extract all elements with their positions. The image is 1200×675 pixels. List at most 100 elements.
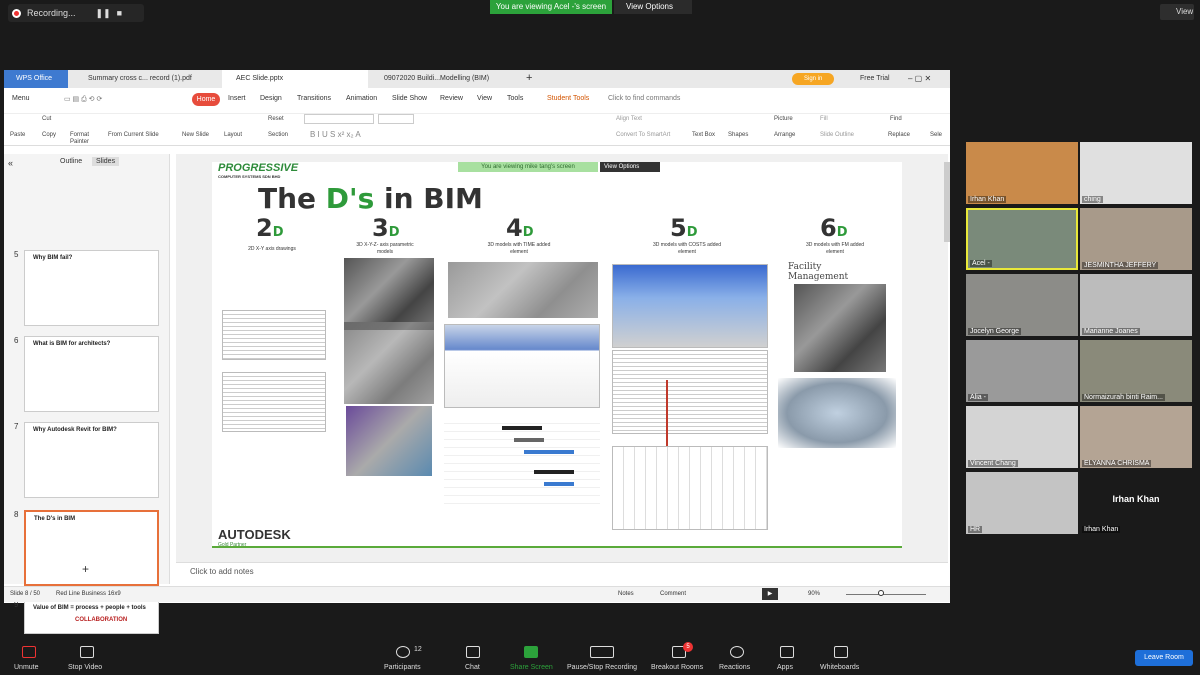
from-current-slide-button[interactable]: From Current Slide	[108, 132, 159, 138]
tab-slideshow[interactable]: Slide Show	[392, 95, 427, 102]
menu-button[interactable]: Menu	[12, 95, 30, 102]
find-commands-search[interactable]: Click to find commands	[608, 95, 680, 102]
breakout-rooms-button[interactable]: Breakout Rooms	[651, 664, 703, 671]
participant-name: Vincent Chang	[968, 460, 1018, 467]
slide-scrollbar[interactable]	[944, 162, 950, 242]
comment-toggle[interactable]: Comment	[660, 591, 686, 597]
participant-tile[interactable]: Normaizurah binti Raim...	[1080, 340, 1192, 402]
replace-button[interactable]: Replace	[888, 132, 910, 138]
mic-muted-icon[interactable]	[22, 646, 36, 658]
outline-tab[interactable]: Outline	[60, 158, 82, 165]
stop-icon[interactable]: ■	[117, 8, 122, 18]
slide-thumbnail[interactable]: Why BIM fail?	[24, 250, 159, 326]
picture-button[interactable]: Picture	[774, 116, 793, 122]
participant-tile[interactable]: Acel -	[966, 208, 1078, 270]
participant-tile[interactable]: JESMINTHA JEFFERY	[1080, 208, 1192, 270]
slide-outline-button[interactable]: Slide Outline	[820, 132, 854, 138]
participant-tile[interactable]: Alia -	[966, 340, 1078, 402]
fill-button[interactable]: Fill	[820, 116, 828, 122]
notes-field[interactable]: Click to add notes	[176, 562, 948, 582]
tab-student-tools[interactable]: Student Tools	[547, 95, 589, 102]
tab-pdf[interactable]: Summary cross c... record (1).pdf	[74, 70, 222, 88]
tab-review[interactable]: Review	[440, 95, 463, 102]
3d-mep-image	[346, 406, 432, 476]
unmute-button[interactable]: Unmute	[14, 664, 39, 671]
sign-in-button[interactable]: Sign in	[792, 73, 834, 85]
zoom-slider-handle[interactable]	[878, 590, 884, 596]
layout-button[interactable]: Layout	[224, 132, 242, 138]
pause-stop-recording-button[interactable]: Pause/Stop Recording	[567, 664, 637, 671]
add-slide-icon[interactable]: +	[82, 562, 89, 576]
apps-button[interactable]: Apps	[777, 664, 793, 671]
tab-design[interactable]: Design	[260, 95, 282, 102]
participant-tile[interactable]: Vincent Chang	[966, 406, 1078, 468]
participant-tile[interactable]: ching	[1080, 142, 1192, 204]
participant-tile[interactable]: Irhan Khan Irhan Khan	[1080, 472, 1192, 534]
participant-tile[interactable]: Jocelyn George	[966, 274, 1078, 336]
participants-button[interactable]: Participants	[384, 664, 421, 671]
participants-icon[interactable]	[396, 646, 410, 658]
reset-button[interactable]: Reset	[268, 116, 284, 122]
play-slideshow-icon[interactable]: ▶	[762, 588, 778, 600]
slides-tab[interactable]: Slides	[92, 157, 120, 166]
share-screen-icon[interactable]	[524, 646, 538, 658]
reactions-icon[interactable]	[730, 646, 744, 658]
select-button[interactable]: Sele	[930, 132, 942, 138]
tab-bim[interactable]: 09072020 Buildi...Modelling (BIM)	[370, 70, 520, 88]
participant-tile[interactable]: ELYANNA CHRISMA	[1080, 406, 1192, 468]
tab-animation[interactable]: Animation	[346, 95, 377, 102]
pause-icon[interactable]: ❚❚	[96, 8, 111, 19]
zoom-slider[interactable]	[846, 594, 926, 595]
chat-icon[interactable]	[466, 646, 480, 658]
text-format-icons[interactable]: B I U S x² x₂ A	[310, 130, 361, 139]
quick-access-icons[interactable]: ▭ ▤ ⎙ ⟲ ⟳	[64, 95, 102, 104]
whiteboards-button[interactable]: Whiteboards	[820, 664, 859, 671]
tab-tools[interactable]: Tools	[507, 95, 523, 102]
participant-tile[interactable]: Irhan Khan	[966, 142, 1078, 204]
leave-room-button[interactable]: Leave Room	[1135, 650, 1193, 666]
recording-indicator[interactable]: Recording... ❚❚ ■	[8, 4, 144, 22]
font-size-select[interactable]	[378, 114, 414, 124]
view-options-button[interactable]: View Options	[614, 0, 692, 14]
participant-tile[interactable]: HR	[966, 472, 1078, 534]
copy-button[interactable]: Copy	[42, 132, 56, 138]
align-text-button[interactable]: Align Text	[616, 116, 642, 122]
slide-thumbnail[interactable]: Why Autodesk Revit for BIM?	[24, 422, 159, 498]
reactions-button[interactable]: Reactions	[719, 664, 750, 671]
new-slide-button[interactable]: New Slide	[182, 132, 209, 138]
tab-pptx-active[interactable]: AEC Slide.pptx	[222, 70, 368, 88]
tab-view[interactable]: View	[477, 95, 492, 102]
free-trial-button[interactable]: Free Trial	[846, 70, 896, 88]
find-button[interactable]: Find	[890, 116, 902, 122]
smartart-button[interactable]: Convert To SmartArt	[616, 132, 670, 138]
tab-home[interactable]: Home	[192, 93, 220, 106]
slide-thumbnail[interactable]: Value of BIM = process + people + tools C…	[24, 600, 159, 634]
arrange-button[interactable]: Arrange	[774, 132, 795, 138]
slide-thumbnail[interactable]: The D's in BIM	[24, 510, 159, 586]
text-box-button[interactable]: Text Box	[692, 132, 715, 138]
participants-count: 12	[414, 646, 422, 653]
font-name-select[interactable]	[304, 114, 374, 124]
tab-transitions[interactable]: Transitions	[297, 95, 331, 102]
slide-thumbnail[interactable]: What is BIM for architects?	[24, 336, 159, 412]
section-button[interactable]: Section	[268, 132, 288, 138]
whiteboards-icon[interactable]	[834, 646, 848, 658]
collapse-panel-icon[interactable]: «	[8, 158, 13, 168]
video-icon[interactable]	[80, 646, 94, 658]
new-tab-icon[interactable]: +	[522, 70, 542, 88]
stop-video-button[interactable]: Stop Video	[68, 664, 102, 671]
tab-wps-office[interactable]: WPS Office	[4, 70, 68, 88]
apps-icon[interactable]	[780, 646, 794, 658]
format-painter-button[interactable]: Format Painter	[70, 132, 100, 146]
chat-button[interactable]: Chat	[465, 664, 480, 671]
shapes-button[interactable]: Shapes	[728, 132, 748, 138]
paste-button[interactable]: Paste	[10, 132, 25, 138]
participant-tile[interactable]: Marianne Joanes	[1080, 274, 1192, 336]
notes-toggle[interactable]: Notes	[618, 591, 634, 597]
view-button[interactable]: View	[1160, 4, 1194, 20]
cut-button[interactable]: Cut	[42, 116, 51, 122]
tab-insert[interactable]: Insert	[228, 95, 246, 102]
share-screen-button[interactable]: Share Screen	[510, 664, 553, 671]
pause-stop-icon[interactable]	[590, 646, 614, 658]
window-controls[interactable]: – ▢ ✕	[904, 70, 950, 88]
